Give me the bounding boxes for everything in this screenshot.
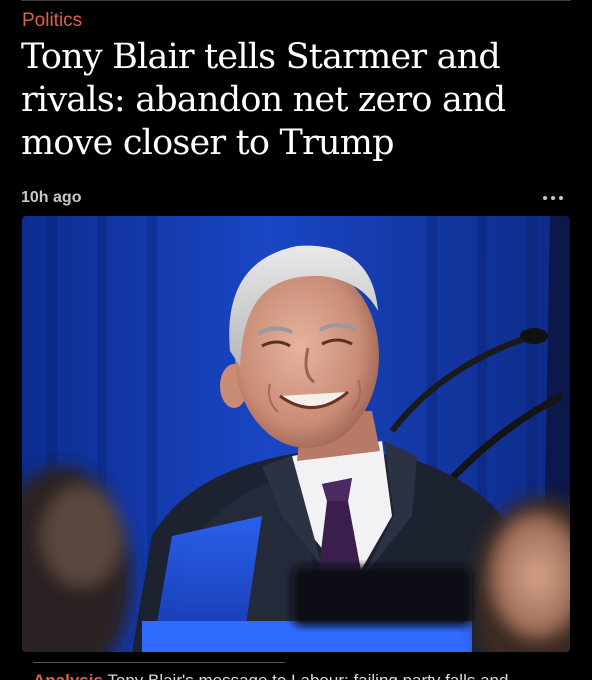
related-text: Tony Blair's message to Labour: failing …	[107, 671, 508, 680]
section-label[interactable]: Politics	[22, 8, 82, 34]
divider	[21, 0, 571, 1]
article-card[interactable]: Politics Tony Blair tells Starmer and ri…	[0, 0, 592, 680]
caption-divider	[33, 662, 285, 663]
more-horizontal-icon-dot	[551, 196, 555, 200]
more-horizontal-icon	[543, 196, 547, 200]
headline[interactable]: Tony Blair tells Starmer and rivals: aba…	[21, 36, 566, 165]
related-link[interactable]: Analysis Tony Blair's message to Labour:…	[33, 670, 573, 680]
related-kicker: Analysis	[33, 671, 103, 680]
article-photo[interactable]	[22, 216, 570, 652]
more-horizontal-icon-dot	[559, 196, 563, 200]
timestamp: 10h ago	[21, 189, 82, 206]
more-options-button[interactable]	[538, 190, 568, 206]
